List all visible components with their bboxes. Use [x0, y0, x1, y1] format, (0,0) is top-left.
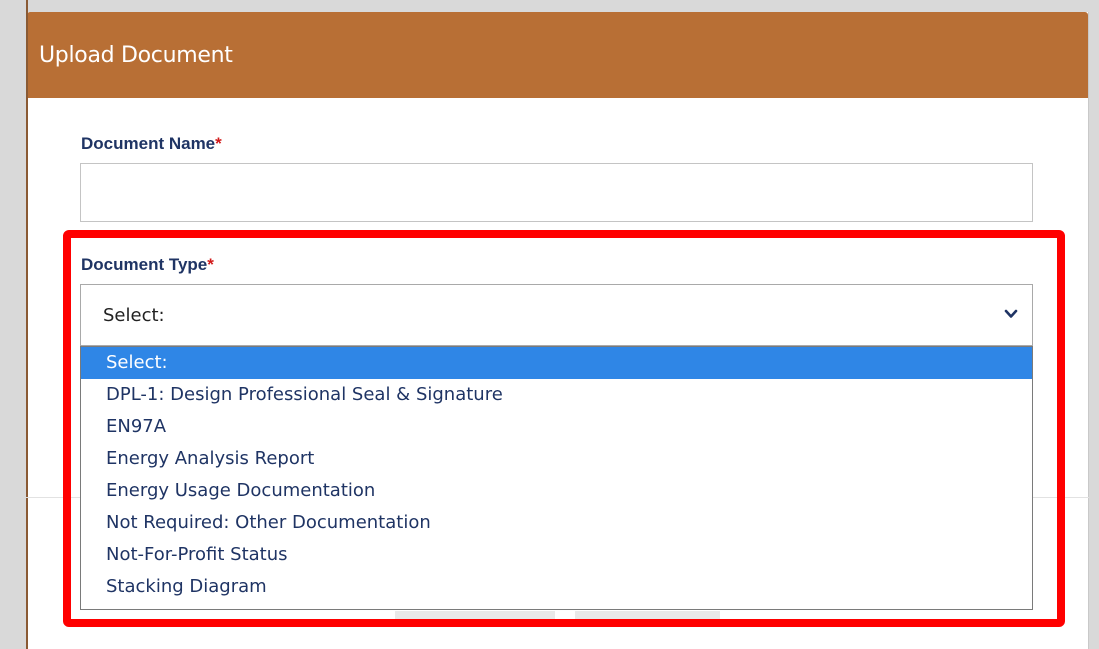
dialog-header: Upload Document — [27, 12, 1088, 98]
option-not-for-profit-status[interactable]: Not-For-Profit Status — [81, 539, 1032, 571]
required-marker: * — [207, 255, 214, 274]
option-not-required-other-documentation[interactable]: Not Required: Other Documentation — [81, 507, 1032, 539]
option-stacking-diagram[interactable]: Stacking Diagram — [81, 571, 1032, 603]
document-type-selected-value: Select: — [103, 304, 165, 326]
dialog-left-border — [26, 0, 28, 649]
document-type-label-text: Document Type — [81, 255, 208, 274]
option-energy-analysis-report[interactable]: Energy Analysis Report — [81, 443, 1032, 475]
option-en97a[interactable]: EN97A — [81, 411, 1032, 443]
hidden-button — [395, 611, 555, 624]
option-energy-usage-documentation[interactable]: Energy Usage Documentation — [81, 475, 1032, 507]
document-type-label: Document Type* — [81, 255, 214, 275]
hidden-button — [575, 611, 720, 624]
option-dpl-1[interactable]: DPL-1: Design Professional Seal & Signat… — [81, 379, 1032, 411]
dialog-title: Upload Document — [39, 42, 233, 68]
document-name-input[interactable] — [80, 163, 1033, 222]
document-type-options-list: Select: DPL-1: Design Professional Seal … — [80, 346, 1033, 610]
chevron-down-icon — [1004, 309, 1018, 318]
document-name-label: Document Name* — [81, 134, 222, 154]
option-select[interactable]: Select: — [81, 347, 1032, 379]
document-name-label-text: Document Name — [81, 134, 216, 153]
required-marker: * — [215, 134, 222, 153]
document-type-select[interactable]: Select: — [80, 284, 1033, 346]
